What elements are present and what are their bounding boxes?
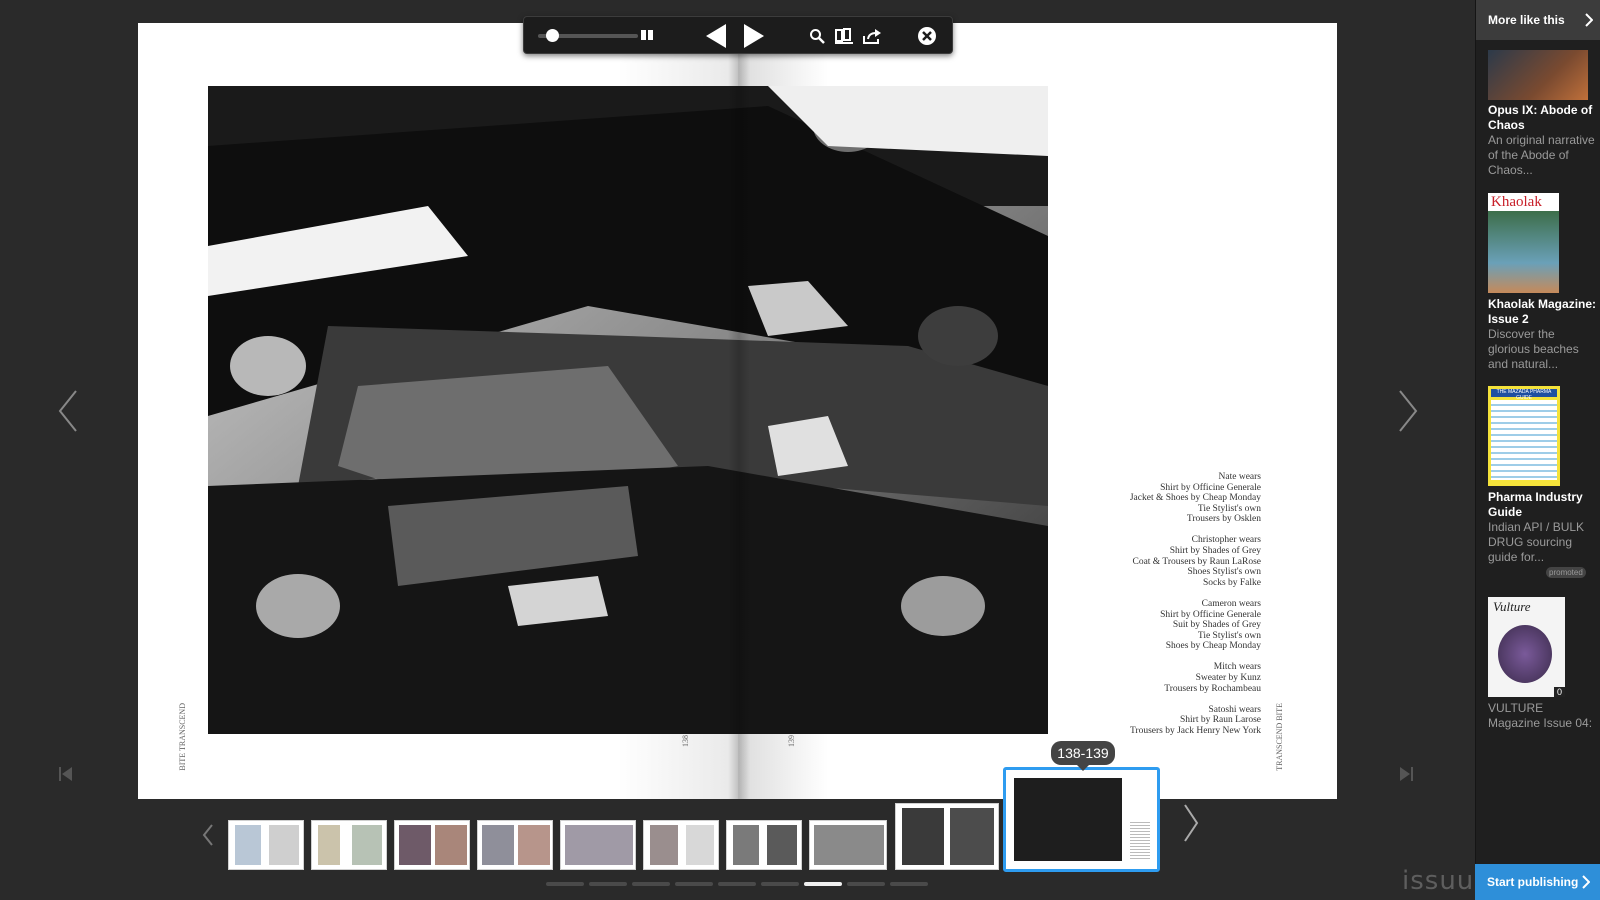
folio-right: TRANSCEND BITE (1275, 703, 1284, 771)
last-page-icon[interactable] (1400, 766, 1420, 786)
related-item-opus[interactable]: Opus IX: Abode of Chaos An original narr… (1488, 50, 1598, 178)
credit-line: Shoes by Cheap Monday (1165, 641, 1261, 652)
start-publishing-button[interactable]: Start publishing (1475, 864, 1600, 900)
page-dot[interactable] (718, 882, 756, 886)
thumbnail-page[interactable] (560, 820, 636, 870)
cover-text: THE MAZADA PHARMA GUIDE (1491, 389, 1557, 401)
library-icon[interactable] (834, 26, 854, 46)
thumbnail-page[interactable] (809, 820, 887, 870)
page-range-tooltip: 138-139 (1051, 741, 1115, 771)
fashion-photo (208, 86, 1048, 734)
credit-cameron: Cameron wears Shirt by Officine Generale… (1041, 599, 1261, 652)
grid-view-icon[interactable] (639, 27, 655, 43)
credit-line: Shirt by Raun Larose (1179, 715, 1261, 726)
thumbnail-page[interactable] (477, 820, 553, 870)
related-item-desc: An original narrative of the Abode of Ch… (1488, 133, 1595, 177)
reader-stage: Nate wears Shirt by Officine Generale Ja… (0, 0, 1600, 900)
thumbnail-page[interactable] (394, 820, 470, 870)
page-dot[interactable] (632, 882, 670, 886)
prev-page-arrow-icon[interactable] (53, 386, 83, 436)
magazine-spread[interactable]: Nate wears Shirt by Officine Generale Ja… (138, 23, 1337, 799)
page-number-left: 138 (681, 735, 690, 747)
related-item-desc: VULTURE Magazine Issue 04: (1488, 701, 1593, 730)
credit-line: Shirt by Officine Generale (1160, 609, 1261, 620)
page-dot[interactable] (546, 882, 584, 886)
credit-line: Trousers by Rochambeau (1164, 683, 1261, 694)
folio-left: BITE TRANSCEND (178, 703, 187, 771)
page-dot[interactable] (761, 882, 799, 886)
thumbs-prev-arrow-icon[interactable] (198, 820, 218, 850)
share-icon[interactable] (862, 26, 882, 46)
credit-line: Trousers by Osklen (1186, 514, 1261, 525)
thumbnail-page[interactable] (643, 820, 719, 870)
first-page-icon[interactable] (59, 766, 79, 786)
credit-line: Socks by Falke (1202, 577, 1261, 588)
credit-line: Coat & Trousers by Raun LaRose (1132, 556, 1261, 567)
thumbnail-page[interactable] (726, 820, 802, 870)
related-sidebar: More like this Opus IX: Abode of Chaos A… (1475, 0, 1600, 900)
page-dot[interactable] (675, 882, 713, 886)
credit-line: Shirt by Shades of Grey (1169, 546, 1261, 557)
promoted-badge: promoted (1546, 567, 1586, 578)
related-item-vulture[interactable]: Vulture 0 VULTURE Magazine Issue 04: (1488, 597, 1598, 731)
cover-thumbnail: Khaolak (1488, 193, 1559, 293)
credit-satoshi: Satoshi wears Shirt by Raun Larose Trous… (1041, 705, 1261, 737)
credits-block: Nate wears Shirt by Officine Generale Ja… (1041, 472, 1261, 747)
credit-line: Cameron wears (1201, 598, 1261, 609)
chevron-right-icon (1585, 13, 1593, 27)
cover-text: Vulture (1493, 599, 1531, 614)
close-icon[interactable] (917, 26, 937, 46)
play-next-icon[interactable] (742, 23, 766, 49)
credit-line: Sweater by Kunz (1195, 673, 1261, 683)
related-item-desc: Indian API / BULK DRUG sourcing guide fo… (1488, 520, 1585, 564)
start-publishing-label: Start publishing (1487, 875, 1579, 889)
cover-thumbnail: Vulture 0 (1488, 597, 1565, 697)
page-dot-active[interactable] (804, 882, 842, 886)
related-item-title: Opus IX: Abode of Chaos (1488, 103, 1593, 132)
credit-line: Tie Stylist's own (1197, 503, 1261, 514)
credit-line: Shirt by Officine Generale (1160, 482, 1261, 493)
next-page-arrow-icon[interactable] (1393, 386, 1423, 436)
page-dot[interactable] (890, 882, 928, 886)
related-item-title: Pharma Industry Guide (1488, 490, 1583, 519)
cover-thumbnail (1488, 50, 1588, 100)
related-item-desc: Discover the glorious beaches and natura… (1488, 327, 1579, 371)
thumbnail-page-active[interactable] (1003, 767, 1160, 872)
credit-line: Christopher wears (1191, 535, 1261, 546)
credit-line: Trousers by Jack Henry New York (1129, 725, 1261, 736)
chevron-right-icon (1582, 875, 1590, 889)
credit-line: Jacket & Shoes by Cheap Monday (1129, 493, 1261, 504)
related-item-khaolak[interactable]: Khaolak Khaolak Magazine: Issue 2 Discov… (1488, 193, 1598, 372)
previous-icon[interactable] (704, 23, 728, 49)
page-number-right: 139 (787, 735, 796, 747)
sidebar-header-label: More like this (1488, 13, 1565, 27)
issuu-logo[interactable]: issuu (1402, 866, 1474, 896)
thumbnail-page[interactable] (311, 820, 387, 870)
zoom-slider-handle[interactable] (546, 29, 559, 42)
search-icon[interactable] (808, 27, 826, 45)
cover-text: Khaolak (1491, 194, 1542, 210)
cover-thumbnail: THE MAZADA PHARMA GUIDE (1488, 386, 1560, 486)
credit-line: Nate wears (1218, 472, 1261, 482)
related-item-pharma[interactable]: THE MAZADA PHARMA GUIDE Pharma Industry … (1488, 386, 1598, 565)
related-item-title: Khaolak Magazine: Issue 2 (1488, 297, 1597, 326)
credit-line: Satoshi wears (1208, 704, 1261, 715)
page-dot[interactable] (847, 882, 885, 886)
credit-line: Mitch wears (1213, 662, 1261, 673)
credit-nate: Nate wears Shirt by Officine Generale Ja… (1041, 472, 1261, 525)
view-count-badge: 0 (1553, 687, 1565, 697)
thumbnail-page[interactable] (228, 820, 304, 870)
credit-line: Tie Stylist's own (1197, 630, 1261, 641)
thumbnail-page[interactable] (895, 803, 999, 870)
credit-christopher: Christopher wears Shirt by Shades of Gre… (1041, 535, 1261, 588)
credit-line: Shoes Stylist's own (1187, 567, 1261, 578)
page-dot[interactable] (589, 882, 627, 886)
credit-mitch: Mitch wears Sweater by Kunz Trousers by … (1041, 662, 1261, 694)
more-like-this-button[interactable]: More like this (1476, 0, 1600, 40)
credit-line: Suit by Shades of Grey (1172, 620, 1261, 631)
thumbs-next-arrow-icon[interactable] (1179, 800, 1203, 846)
reader-toolbar (523, 16, 953, 54)
